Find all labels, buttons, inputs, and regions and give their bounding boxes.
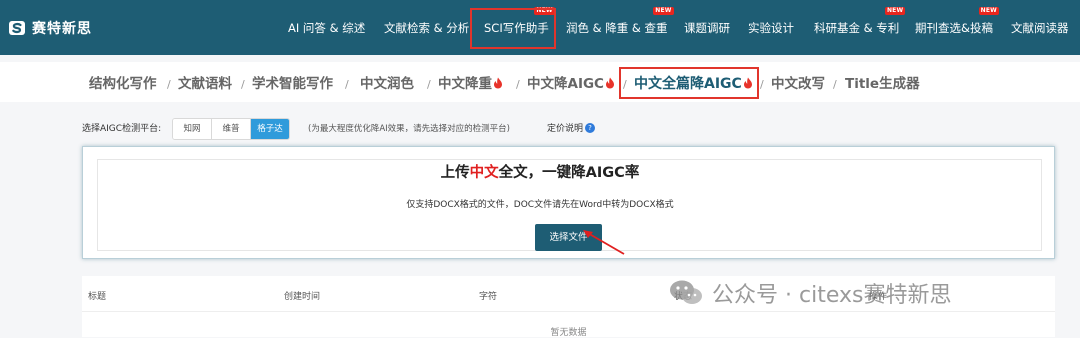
- subnav-structured-writing[interactable]: 结构化写作: [89, 74, 157, 94]
- subnav-separator: /: [623, 78, 627, 91]
- nav-funding-patent[interactable]: 科研基金 & 专利 NEW: [814, 7, 906, 40]
- platform-label: 选择AIGC检测平台:: [82, 124, 162, 134]
- column-header-created-time: 创建时间: [284, 292, 321, 302]
- subnav-chinese-dedup[interactable]: 中文降重: [438, 74, 503, 94]
- fire-icon: [493, 75, 503, 95]
- platform-option-cnki[interactable]: 知网: [173, 119, 212, 139]
- subnav-academic-writing[interactable]: 学术智能写作: [252, 74, 333, 94]
- column-header-status: 状态: [674, 292, 693, 302]
- platform-option-vip[interactable]: 维普: [212, 119, 251, 139]
- new-badge: NEW: [653, 7, 674, 15]
- nav-literature-search[interactable]: 文献检索 & 分析: [384, 16, 469, 40]
- subnav-separator: /: [345, 78, 349, 91]
- subnav-separator: /: [427, 78, 431, 91]
- new-badge: NEW: [978, 7, 999, 15]
- empty-state: 暂无数据: [550, 328, 587, 338]
- nav-ai-qa[interactable]: AI 问答 & 综述: [288, 16, 365, 40]
- nav-journal-selection[interactable]: 期刊查选&投稿 NEW: [915, 7, 999, 40]
- platform-hint: (为最大程度优化降AI效果，请先选择对应的检测平台): [308, 124, 510, 134]
- column-header-title: 标题: [88, 292, 107, 302]
- help-icon: ?: [585, 122, 596, 133]
- subnav-separator: /: [833, 78, 837, 91]
- fire-icon: [743, 75, 753, 95]
- subnav-separator: /: [760, 78, 764, 91]
- upload-subtitle: 仅支持DOCX格式的文件，DOC文件请先在Word中转为DOCX格式: [406, 200, 674, 210]
- nav-literature-reader[interactable]: 文献阅读器: [1011, 16, 1069, 40]
- subnav-chinese-polish[interactable]: 中文润色: [360, 74, 414, 94]
- top-nav-bar: 赛特新思 AI 问答 & 综述 文献检索 & 分析 SCI写作助手 NEW 润色…: [0, 0, 1080, 55]
- brand-logo-icon: [8, 19, 26, 37]
- fire-icon: [605, 75, 615, 95]
- brand-logo[interactable]: 赛特新思: [8, 16, 92, 40]
- nav-polish-dedup[interactable]: 润色 & 降重 & 查重 NEW: [566, 7, 674, 40]
- nav-topic-research[interactable]: 课题调研: [684, 16, 730, 40]
- column-header-characters: 字符: [479, 292, 498, 302]
- upload-title: 上传中文全文，一键降AIGC率: [440, 165, 640, 181]
- new-badge: NEW: [534, 7, 555, 15]
- brand-name: 赛特新思: [32, 21, 92, 37]
- platform-option-gezida[interactable]: 格子达: [251, 119, 289, 139]
- subnav-title-generator[interactable]: Title生成器: [845, 74, 920, 94]
- subnav-chinese-rewrite[interactable]: 中文改写: [771, 74, 825, 94]
- subnav-separator: /: [167, 78, 171, 91]
- nav-experiment-design[interactable]: 实验设计: [748, 16, 794, 40]
- subnav-separator: /: [516, 78, 520, 91]
- new-badge: NEW: [884, 7, 906, 15]
- sub-nav-bar: 结构化写作 / 文献语料 / 学术智能写作 / 中文润色 / 中文降重 / 中文…: [0, 62, 1080, 102]
- choose-file-button[interactable]: 选择文件: [535, 224, 602, 251]
- subnav-full-text-reduce-aigc[interactable]: 中文全篇降AIGC: [634, 74, 753, 94]
- subnav-literature-corpus[interactable]: 文献语料: [178, 74, 232, 94]
- platform-segmented-control: 知网 维普 格子达: [172, 118, 290, 140]
- column-header-actions: 操作: [869, 292, 888, 302]
- documents-table: 标题 创建时间 字符 状态 操作 暂无数据: [82, 276, 1055, 338]
- nav-sci-writing-assistant[interactable]: SCI写作助手 NEW: [484, 7, 555, 40]
- subnav-separator: /: [241, 78, 245, 91]
- subnav-chinese-reduce-aigc[interactable]: 中文降AIGC: [527, 74, 615, 94]
- table-divider: [82, 311, 1055, 312]
- pricing-link[interactable]: 定价说明?: [547, 121, 596, 134]
